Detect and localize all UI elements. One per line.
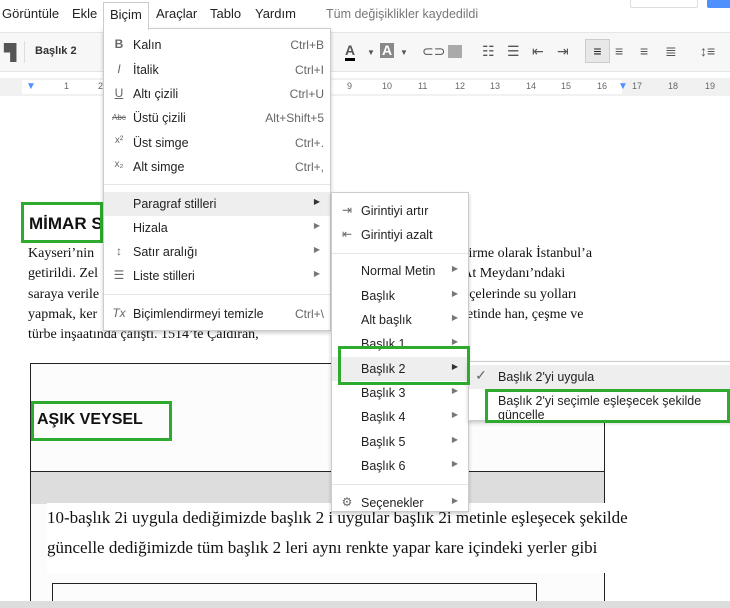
ruler-tick: 19 (705, 81, 716, 91)
menu-item-line-spacing[interactable]: ↕ Satır aralığı ▶ (104, 240, 330, 264)
indent-marker-icon[interactable]: ▼ (26, 81, 36, 92)
menu-help[interactable]: Yardım (255, 6, 296, 21)
paint-format-icon[interactable]: ▜ (4, 43, 16, 63)
menu-item-paragraph-styles[interactable]: Paragraf stilleri ▶ (104, 192, 330, 216)
menu-item-options[interactable]: ⚙ Seçenekler ▶ (332, 491, 468, 515)
menu-view[interactable]: Görüntüle (2, 6, 59, 21)
grey-band (31, 471, 604, 504)
clear-formatting-icon: Tx (112, 306, 126, 320)
ruler-tick: 16 (597, 81, 608, 91)
menu-table[interactable]: Tablo (210, 6, 241, 21)
format-menu: B Kalın Ctrl+B I İtalik Ctrl+I U Altı çizili C… (103, 28, 331, 331)
highlight-box (485, 389, 730, 423)
chevron-down-icon[interactable]: ▼ (400, 48, 408, 57)
divider (24, 41, 25, 63)
save-status: Tüm değişiklikler kaydedildi (326, 7, 479, 21)
decrease-indent-icon: ⇤ (341, 227, 353, 241)
taskbar (0, 601, 730, 608)
menu-item-bold[interactable]: B Kalın Ctrl+B (104, 33, 330, 57)
ruler-tick: 18 (668, 81, 679, 91)
ruler-tick: 10 (382, 81, 393, 91)
highlight-box (31, 401, 172, 441)
menu-format[interactable]: Biçim (103, 2, 149, 30)
menu-item-list-styles[interactable]: ☰ Liste stilleri ▶ (104, 264, 330, 288)
align-right-icon[interactable]: ≡ (640, 43, 648, 59)
check-icon: ✓ (475, 367, 487, 383)
menu-item-normal-text[interactable]: Normal Metin ▶ (332, 259, 468, 283)
image-icon[interactable] (448, 45, 462, 58)
ruler-tick: 17 (632, 81, 643, 91)
style-select[interactable]: Başlık 2 (35, 45, 77, 57)
ruler-tick: 13 (490, 81, 501, 91)
menu-tools[interactable]: Araçlar (156, 6, 197, 21)
submenu-arrow-icon: ▶ (313, 245, 320, 254)
italic-icon: I (117, 62, 121, 76)
menu-item-italic[interactable]: I İtalik Ctrl+I (104, 58, 330, 82)
increase-indent-icon[interactable]: ⇥ (557, 43, 569, 60)
ruler-tick: 9 (347, 81, 353, 91)
bulleted-list-icon[interactable]: ☰ (507, 43, 520, 60)
annotation-line: güncelle dediğimizde tüm başlık 2 leri a… (47, 538, 598, 557)
menu-item-strikethrough[interactable]: Abc Üstü çizili Alt+Shift+5 (104, 106, 330, 130)
line-spacing-icon[interactable]: ↕≡ (700, 43, 715, 59)
submenu-arrow-icon: ▶ (313, 221, 320, 230)
ruler-tick: 14 (526, 81, 537, 91)
underline-icon: U (114, 86, 124, 100)
menu-item-clear-formatting[interactable]: Tx Biçimlendirmeyi temizle Ctrl+\ (104, 302, 330, 326)
superscript-icon: x² (114, 135, 124, 146)
subscript-icon: x₂ (114, 159, 124, 170)
chevron-down-icon[interactable]: ▼ (367, 48, 375, 57)
menu-item-decrease-indent[interactable]: ⇤ Girintiyi azalt (332, 223, 468, 247)
share-button[interactable] (707, 0, 730, 8)
menu-item-increase-indent[interactable]: ⇥ Girintiyi artır (332, 199, 468, 223)
menu-item-heading-5[interactable]: Başlık 5 ▶ (332, 430, 468, 454)
right-indent-marker-icon[interactable]: ▼ (618, 81, 628, 92)
line-spacing-icon: ↕ (116, 244, 122, 258)
menu-insert[interactable]: Ekle (72, 6, 97, 21)
align-left-icon[interactable]: ≡ (585, 39, 610, 63)
justify-icon[interactable]: ≣ (665, 43, 677, 60)
menu-item-heading-6[interactable]: Başlık 6 ▶ (332, 454, 468, 478)
text-color-icon[interactable]: A (345, 43, 356, 61)
bold-icon: B (114, 37, 124, 51)
menu-bar: Görüntüle Ekle Biçim Araçlar Tablo Yardı… (0, 0, 730, 30)
menu-item-superscript[interactable]: x² Üst simge Ctrl+. (104, 131, 330, 155)
numbered-list-icon[interactable]: ☷ (482, 43, 495, 60)
menu-item-subscript[interactable]: x₂ Alt simge Ctrl+, (104, 155, 330, 179)
ruler-tick: 11 (418, 81, 428, 91)
highlight-box (21, 202, 103, 243)
increase-indent-icon: ⇥ (341, 203, 353, 217)
ruler-tick: 12 (455, 81, 466, 91)
menu-item-align[interactable]: Hizala ▶ (104, 216, 330, 240)
menu-item-apply-heading-2[interactable]: ✓ Başlık 2'yi uygula (469, 365, 730, 389)
list-icon: ☰ (113, 268, 125, 282)
submenu-arrow-icon: ▶ (313, 197, 320, 206)
ruler-tick: 15 (561, 81, 572, 91)
menu-item-heading-4[interactable]: Başlık 4 ▶ (332, 405, 468, 429)
align-center-icon[interactable]: ≡ (615, 43, 623, 59)
menu-item-underline[interactable]: U Altı çizili Ctrl+U (104, 82, 330, 106)
highlight-color-icon[interactable]: A (380, 43, 395, 58)
submenu-arrow-icon: ▶ (313, 269, 320, 278)
highlight-box (338, 346, 470, 385)
strikethrough-icon: Abc (112, 113, 126, 122)
link-icon[interactable]: ⊂⊃ (422, 43, 445, 60)
ruler-tick: 1 (64, 81, 70, 91)
comments-button[interactable] (630, 0, 698, 8)
menu-item-subtitle[interactable]: Alt başlık ▶ (332, 308, 468, 332)
decrease-indent-icon[interactable]: ⇤ (532, 43, 544, 60)
menu-item-title[interactable]: Başlık ▶ (332, 284, 468, 308)
gear-icon: ⚙ (341, 495, 353, 509)
